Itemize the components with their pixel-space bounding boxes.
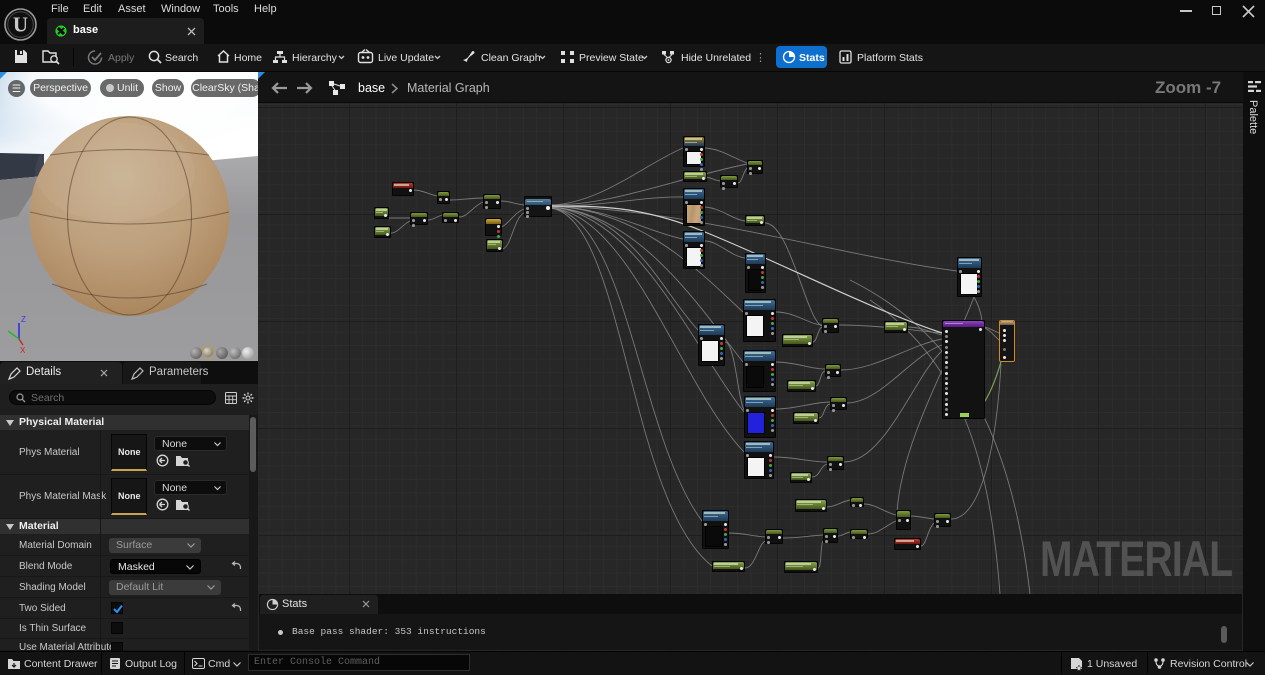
svg-text:U: U: [13, 13, 28, 37]
svg-text:X: X: [20, 346, 26, 355]
svg-text:Z: Z: [21, 315, 26, 324]
